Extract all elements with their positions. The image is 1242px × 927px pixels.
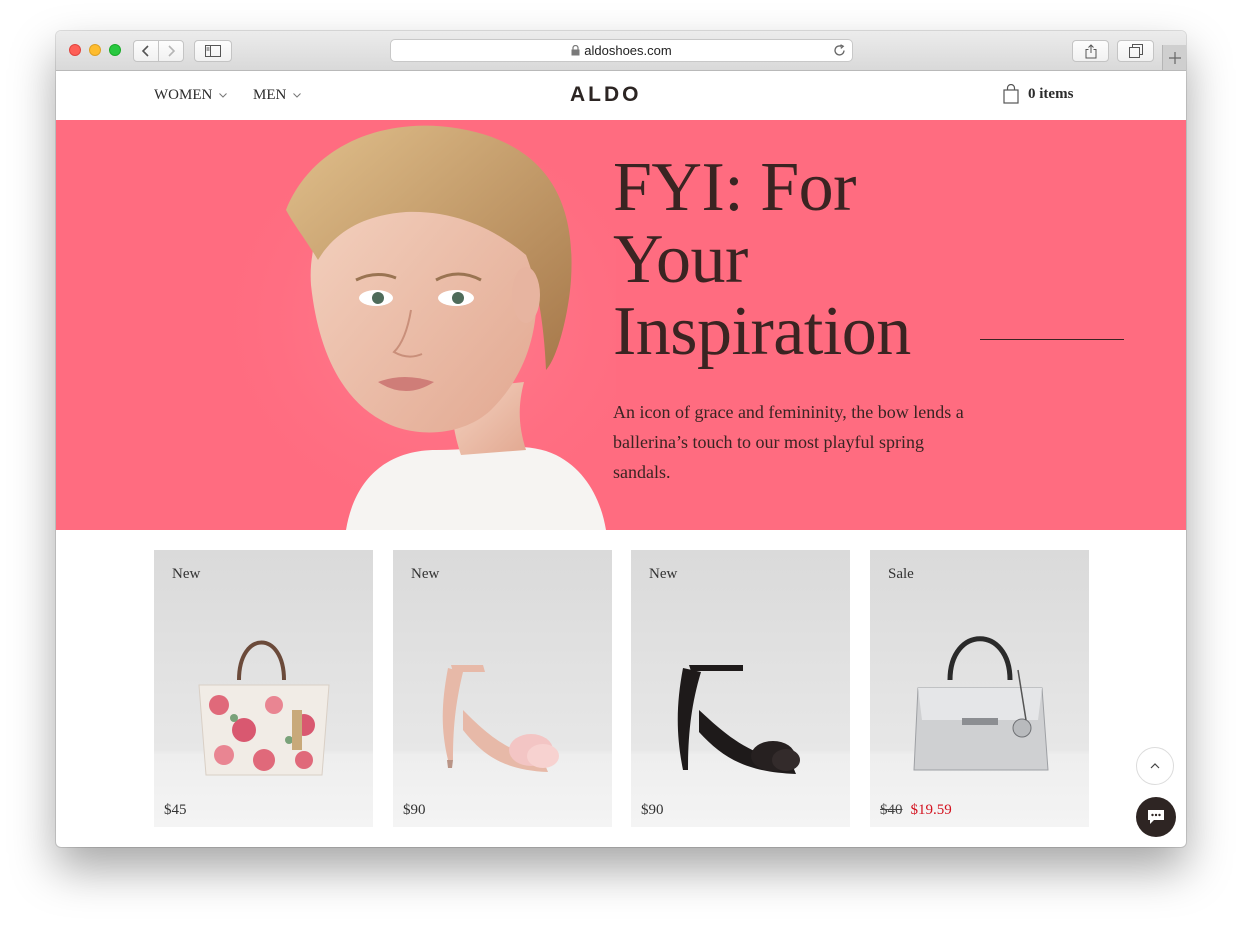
shopping-bag-icon [1003,84,1019,104]
sidebar-button[interactable] [194,40,232,62]
reload-icon[interactable] [833,44,846,57]
nav-women[interactable]: WOMEN [154,87,228,104]
sidebar-icon [205,45,221,57]
chevron-down-icon [219,93,228,98]
zoom-window-button[interactable] [109,44,121,56]
forward-icon [168,45,176,57]
plus-icon [1169,51,1181,64]
product-badge: Sale [888,566,914,582]
browser-toolbar: aldoshoes.com [56,31,1186,71]
chat-bubble-icon [1148,810,1164,824]
product-price: $45 [164,802,187,819]
product-card[interactable]: New $45 [154,550,373,827]
product-badge: New [649,566,678,582]
chevron-up-icon [1150,763,1160,769]
price-current: $90 [403,802,426,818]
black-sandal-image [677,665,800,774]
site-header: WOMEN MEN ALDO 0 items [56,71,1186,120]
aldo-logo[interactable]: ALDO [570,83,642,107]
share-button[interactable] [1072,40,1109,62]
pink-sandal-image [442,665,559,772]
nav-men-label: MEN [253,87,287,103]
new-tab-button[interactable] [1162,45,1186,70]
product-card[interactable]: New $90 [631,550,850,827]
forward-button[interactable] [158,40,184,62]
product-price: $90 [641,802,664,819]
floral-tote-bag-image [198,640,330,776]
share-icon [1085,43,1096,58]
price-sale: $19.59 [910,802,952,818]
minimize-window-button[interactable] [89,44,101,56]
product-badge: New [172,566,201,582]
nav-men[interactable]: MEN [253,87,302,104]
address-bar[interactable]: aldoshoes.com [390,39,853,62]
cart-button[interactable]: 0 items [1003,84,1073,104]
close-window-button[interactable] [69,44,81,56]
cart-label: 0 items [1028,85,1074,102]
scroll-to-top-button[interactable] [1136,747,1174,785]
hero-title: FYI: For Your Inspiration [613,149,911,370]
price-original: $40 [880,802,903,818]
back-icon [141,45,149,57]
product-badge: New [411,566,440,582]
hero-banner[interactable]: FYI: For Your Inspiration An icon of gra… [56,120,1186,530]
product-card[interactable]: Sale $40 $19.59 [870,550,1089,827]
price-current: $90 [641,802,664,818]
hero-description: An icon of grace and femininity, the bow… [613,402,964,482]
lock-icon [571,45,580,56]
price-current: $45 [164,802,187,818]
show-tabs-button[interactable] [1117,40,1154,62]
chat-button[interactable] [1136,797,1176,837]
silver-handbag-image [913,636,1049,771]
product-card[interactable]: New $90 [393,550,612,827]
chevron-down-icon [293,93,302,98]
url-text: aldoshoes.com [584,43,672,58]
back-button[interactable] [133,40,159,62]
tabs-icon [1128,44,1143,58]
product-price: $40 $19.59 [880,802,952,819]
hero-model-photo [196,120,616,530]
product-price: $90 [403,802,426,819]
browser-window: aldoshoes.com WOMEN MEN ALDO 0 items FYI… [56,31,1186,847]
hero-divider [980,339,1124,340]
nav-women-label: WOMEN [154,87,213,103]
